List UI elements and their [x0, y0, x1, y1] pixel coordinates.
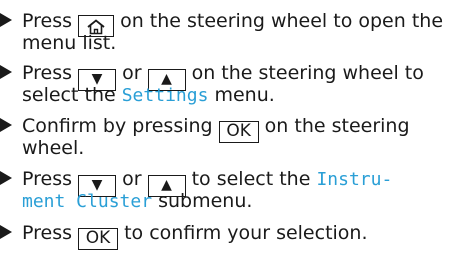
step-4-line-2-after: submenu.	[152, 190, 253, 212]
ok-key: OK	[218, 121, 259, 143]
step-5-line-1: Press OK to confirm your selection.	[22, 222, 368, 250]
step-1-line-2: menu list.	[22, 32, 117, 54]
step-2-text-after: on the steering wheel to	[185, 62, 424, 84]
step-4-text-or: or	[116, 168, 148, 190]
step-3-line-2: wheel.	[22, 137, 85, 159]
step-2-line-2-after: menu.	[208, 84, 275, 106]
instrument-cluster-label-part-1: Instru-	[316, 169, 393, 190]
step-5-text-before: Press	[22, 222, 79, 244]
step-4-text-after: to select the	[185, 168, 317, 190]
step-2-line-2: select the Settings menu.	[22, 84, 275, 107]
triangle-bullet-icon	[0, 118, 12, 132]
ok-key: OK	[78, 228, 119, 250]
triangle-bullet-icon	[0, 65, 12, 79]
triangle-bullet-icon	[0, 225, 12, 239]
instrument-cluster-label-part-2: ment Cluster	[22, 191, 153, 212]
triangle-bullet-icon	[0, 171, 12, 185]
step-2-text-before: Press	[22, 62, 79, 84]
step-4-line-2: ment Cluster submenu.	[22, 190, 252, 213]
step-3-text-before: Confirm by pressing	[22, 115, 219, 137]
step-3-text-after: on the steering	[258, 115, 410, 137]
step-5-text-after: to confirm your selection.	[118, 222, 368, 244]
settings-menu-label: Settings	[121, 85, 209, 106]
step-1-text-after: on the steering wheel to open the	[114, 10, 444, 32]
step-2-text-or: or	[116, 62, 148, 84]
step-4-text-before: Press	[22, 168, 79, 190]
step-1-text-before: Press	[22, 10, 79, 32]
step-2-line-2-before: select the	[22, 84, 122, 106]
triangle-bullet-icon	[0, 13, 12, 27]
